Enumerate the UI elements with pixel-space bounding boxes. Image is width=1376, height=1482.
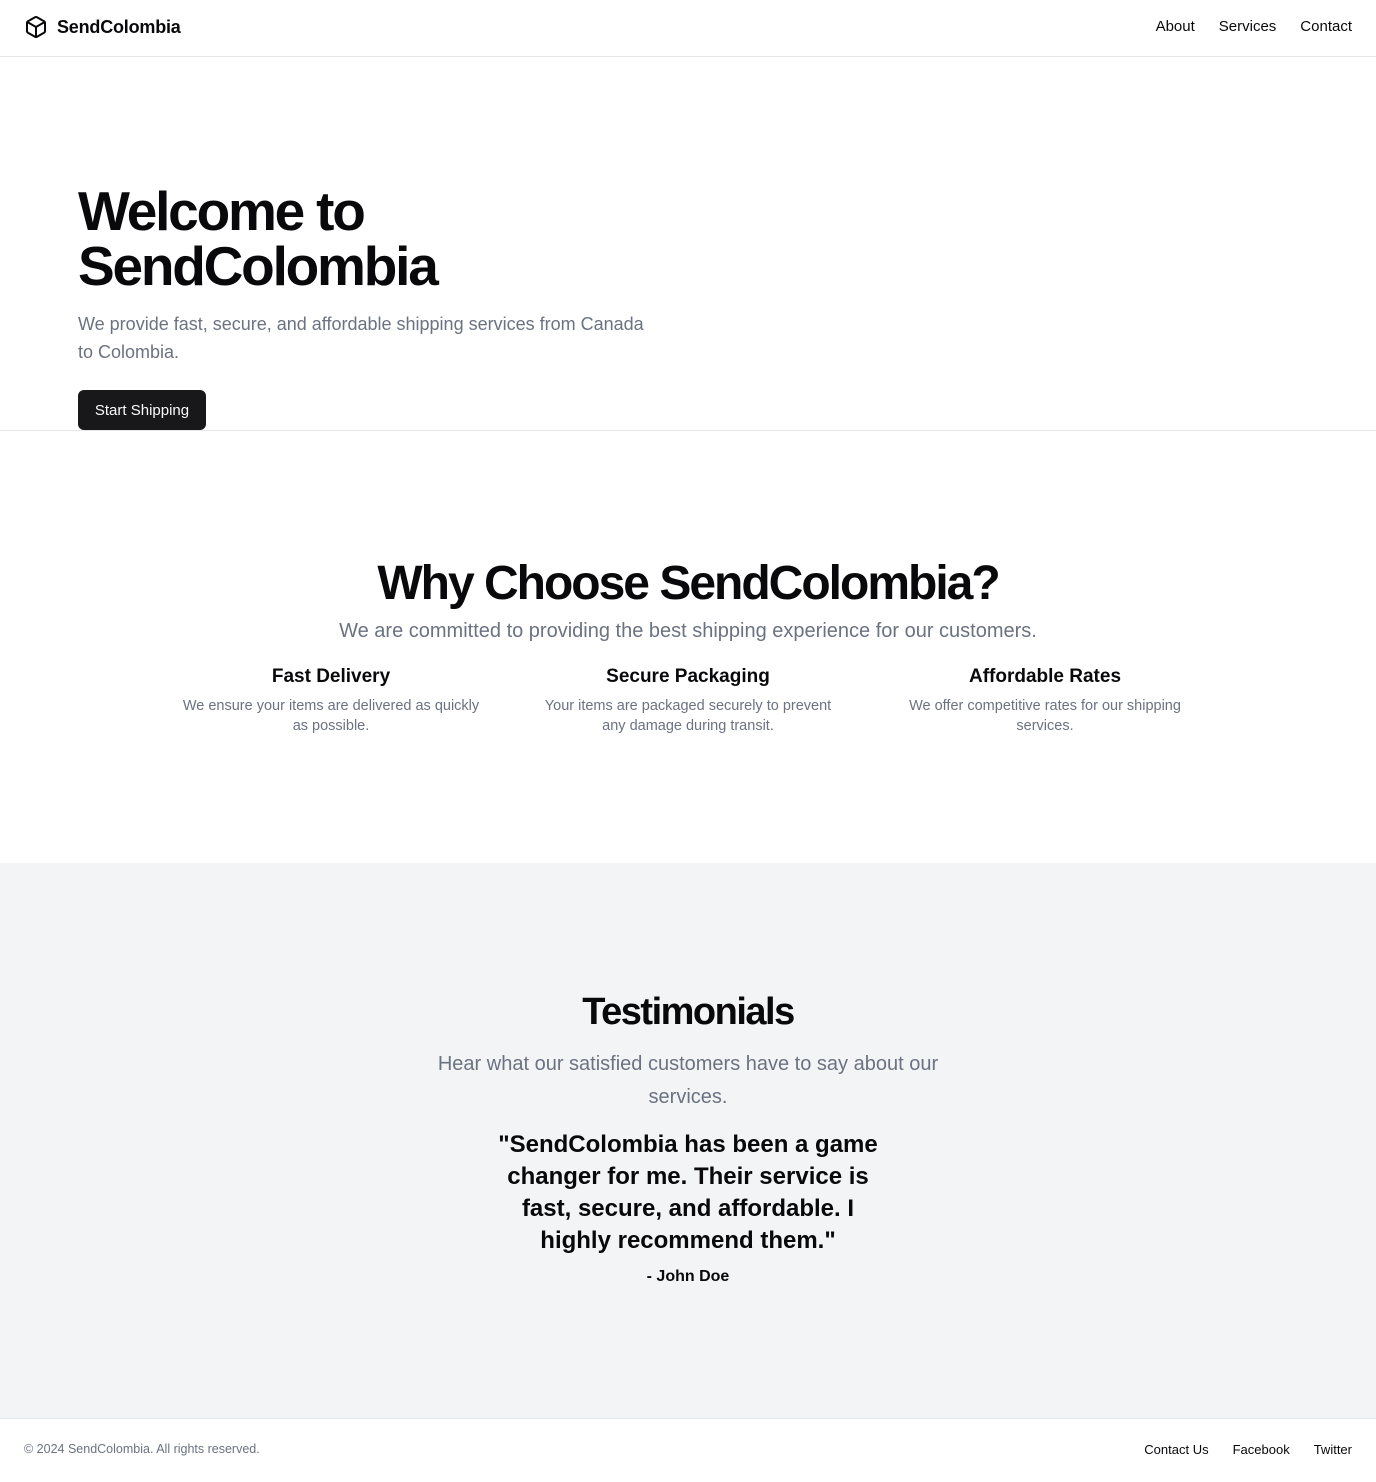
- hero-title: Welcome to SendColombia: [78, 184, 678, 294]
- features-section: Why Choose SendColombia? We are committe…: [0, 431, 1376, 863]
- hero-subtitle: We provide fast, secure, and affordable …: [78, 314, 644, 362]
- feature-description: We offer competitive rates for our shipp…: [909, 698, 1181, 734]
- footer-nav: Contact Us Facebook Twitter: [1144, 1442, 1352, 1457]
- feature-affordable-rates: Affordable Rates We offer competitive ra…: [885, 664, 1205, 736]
- feature-description: Your items are packaged securely to prev…: [544, 698, 832, 734]
- hero-title-line1: Welcome to: [78, 180, 366, 242]
- testimonial-author: - John Doe: [646, 1268, 730, 1285]
- brand-link[interactable]: SendColombia: [24, 15, 181, 39]
- footer-facebook-link[interactable]: Facebook: [1233, 1442, 1290, 1457]
- testimonials-section: Testimonials Hear what our satisfied cus…: [0, 863, 1376, 1418]
- footer-contact-us-link[interactable]: Contact Us: [1144, 1442, 1208, 1457]
- feature-title: Secure Packaging: [606, 666, 770, 687]
- feature-fast-delivery: Fast Delivery We ensure your items are d…: [171, 664, 491, 736]
- package-icon: [26, 16, 46, 38]
- feature-description: We ensure your items are delivered as qu…: [182, 698, 480, 734]
- testimonials-title: Testimonials: [582, 991, 795, 1033]
- site-footer: © 2024 SendColombia. All rights reserved…: [0, 1418, 1376, 1482]
- brand-name: SendColombia: [57, 16, 181, 37]
- footer-twitter-link[interactable]: Twitter: [1314, 1442, 1352, 1457]
- main-nav: About Services Contact: [1156, 18, 1352, 35]
- nav-services-link[interactable]: Services: [1219, 18, 1277, 35]
- hero-title-line2: SendColombia: [78, 235, 439, 297]
- site-header: SendColombia About Services Contact: [0, 0, 1376, 57]
- features-subtitle: We are committed to providing the best s…: [339, 620, 1037, 642]
- testimonials-subtitle: Hear what our satisfied customers have t…: [437, 1053, 939, 1108]
- copyright-text: © 2024 SendColombia. All rights reserved…: [24, 1442, 260, 1456]
- testimonial-quote: "SendColombia has been a game changer fo…: [498, 1131, 878, 1254]
- feature-secure-packaging: Secure Packaging Your items are packaged…: [528, 664, 848, 736]
- nav-about-link[interactable]: About: [1156, 18, 1195, 35]
- feature-title: Fast Delivery: [271, 666, 391, 687]
- feature-title: Affordable Rates: [968, 666, 1122, 687]
- features-title: Why Choose SendColombia?: [377, 557, 1000, 610]
- hero-section: Welcome to SendColombia We provide fast,…: [0, 57, 1376, 431]
- start-shipping-button[interactable]: Start Shipping: [78, 390, 206, 430]
- nav-contact-link[interactable]: Contact: [1300, 18, 1352, 35]
